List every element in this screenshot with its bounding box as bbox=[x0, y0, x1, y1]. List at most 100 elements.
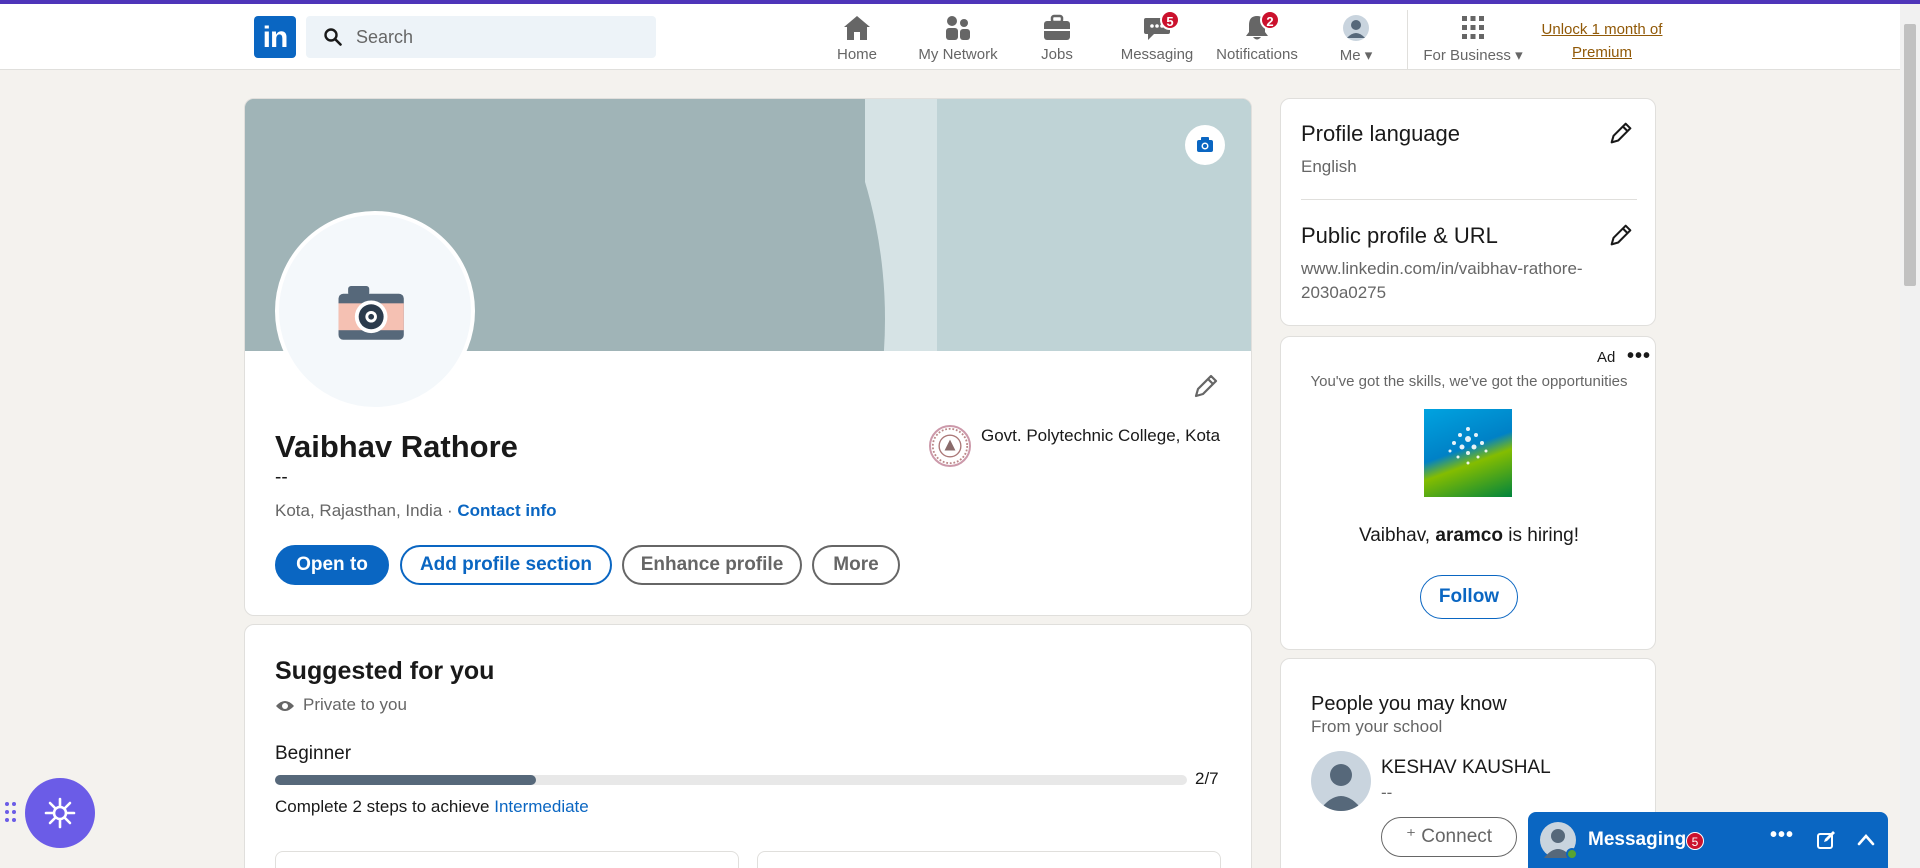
more-button[interactable]: More bbox=[812, 545, 900, 585]
nav-me[interactable]: Me ▾ bbox=[1330, 10, 1382, 70]
nav-label: Me ▾ bbox=[1339, 47, 1373, 64]
public-profile-url: www.linkedin.com/in/vaibhav-rathore-2030… bbox=[1301, 259, 1583, 302]
profile-progress-bar bbox=[275, 775, 1187, 785]
person-avatar[interactable] bbox=[1311, 751, 1371, 811]
profile-name: Vaibhav Rathore bbox=[275, 429, 518, 464]
nav-label: Messaging bbox=[1120, 46, 1194, 63]
nav-label: My Network bbox=[918, 46, 998, 63]
messaging-icon: 5 bbox=[1142, 10, 1180, 42]
company-logo[interactable] bbox=[1424, 409, 1512, 497]
search-bar[interactable] bbox=[306, 16, 656, 58]
messaging-badge: 5 bbox=[1160, 10, 1180, 30]
suggested-card: Suggested for you Private to you Beginne… bbox=[244, 624, 1252, 868]
messaging-count-badge: 5 bbox=[1686, 832, 1704, 850]
compose-icon[interactable] bbox=[1816, 830, 1836, 850]
add-profile-section-button[interactable]: Add profile section bbox=[400, 545, 612, 585]
profile-photo[interactable] bbox=[275, 211, 475, 411]
profile-card: Vaibhav Rathore -- Kota, Rajasthan, Indi… bbox=[244, 98, 1252, 616]
privacy-text: Private to you bbox=[303, 695, 407, 714]
school-name: Govt. Polytechnic College, Kota bbox=[981, 426, 1221, 445]
aramco-logo-icon bbox=[1448, 427, 1488, 465]
suggested-title: Suggested for you bbox=[275, 657, 495, 685]
global-nav: in Home My Network Jobs bbox=[0, 4, 1900, 70]
search-icon bbox=[324, 28, 342, 46]
progress-count: 2/7 bbox=[1195, 769, 1219, 788]
home-icon bbox=[844, 16, 870, 40]
linkedin-logo[interactable]: in bbox=[254, 16, 296, 58]
premium-line2: Premium bbox=[1571, 44, 1632, 61]
briefcase-icon bbox=[1044, 14, 1070, 40]
profile-headline: -- bbox=[275, 467, 288, 488]
person-avatar-icon bbox=[1319, 764, 1363, 811]
camera-icon bbox=[338, 286, 404, 340]
premium-link[interactable]: Unlock 1 month of Premium bbox=[1530, 18, 1674, 64]
nav-messaging[interactable]: 5 Messaging bbox=[1120, 10, 1194, 70]
ad-card: Ad ••• You've got the skills, we've got … bbox=[1280, 336, 1656, 650]
nav-home[interactable]: Home bbox=[828, 10, 886, 70]
connect-button[interactable]: ⁺ Connect bbox=[1381, 817, 1517, 857]
drag-handle-icon[interactable] bbox=[4, 800, 18, 824]
privacy-note: Private to you bbox=[275, 695, 407, 715]
ad-tagline: You've got the skills, we've got the opp… bbox=[1310, 373, 1628, 390]
open-to-button[interactable]: Open to bbox=[275, 545, 389, 585]
connect-label: Connect bbox=[1421, 826, 1493, 847]
online-status-dot bbox=[1566, 848, 1578, 860]
person-name[interactable]: KESHAV KAUSHAL bbox=[1381, 757, 1551, 779]
nav-jobs[interactable]: Jobs bbox=[1035, 10, 1079, 70]
scrollbar-thumb[interactable] bbox=[1904, 24, 1916, 286]
ad-label: Ad bbox=[1597, 349, 1616, 366]
search-input[interactable] bbox=[356, 16, 646, 58]
contact-info-link[interactable]: Contact info bbox=[457, 501, 556, 520]
nav-label: For Business ▾ bbox=[1423, 47, 1523, 64]
nav-for-business[interactable]: For Business ▾ bbox=[1420, 10, 1526, 70]
enhance-profile-button[interactable]: Enhance profile bbox=[622, 545, 802, 585]
chevron-up-icon[interactable] bbox=[1856, 830, 1876, 850]
complete-steps-text: Complete 2 steps to achieve Intermediate bbox=[275, 797, 589, 817]
company-name: aramco bbox=[1435, 525, 1503, 546]
hiring-suffix: is hiring! bbox=[1502, 525, 1580, 546]
chevron-down-icon: ▾ bbox=[1364, 47, 1373, 64]
messaging-overlay[interactable]: Messaging 5 ••• bbox=[1528, 812, 1888, 868]
camera-icon bbox=[1197, 137, 1213, 152]
profile-level: Beginner bbox=[275, 743, 352, 764]
person-headline: -- bbox=[1381, 783, 1393, 802]
messaging-menu-icon[interactable]: ••• bbox=[1770, 824, 1794, 847]
suggestion-card[interactable] bbox=[275, 851, 739, 868]
edit-url-pencil-icon[interactable] bbox=[1607, 221, 1635, 249]
messaging-label: Messaging bbox=[1588, 829, 1687, 850]
nav-divider bbox=[1407, 10, 1408, 70]
nav-label: Jobs bbox=[1041, 46, 1073, 63]
settings-divider bbox=[1301, 199, 1637, 200]
nav-my-network[interactable]: My Network bbox=[912, 10, 1004, 70]
public-profile-title: Public profile & URL bbox=[1301, 223, 1498, 248]
notifications-badge: 2 bbox=[1260, 10, 1280, 30]
follow-button[interactable]: Follow bbox=[1420, 575, 1518, 619]
complete-prefix: Complete 2 steps to achieve bbox=[275, 797, 495, 816]
edit-language-pencil-icon[interactable] bbox=[1607, 119, 1635, 147]
ad-hiring-text: Vaibhav, aramco is hiring! bbox=[1281, 525, 1655, 547]
hiring-prefix: Vaibhav, bbox=[1358, 525, 1436, 546]
bell-icon: 2 bbox=[1242, 10, 1280, 42]
edit-intro-pencil-icon[interactable] bbox=[1191, 371, 1221, 401]
assistant-fab-button[interactable] bbox=[25, 778, 95, 848]
nav-notifications[interactable]: 2 Notifications bbox=[1214, 10, 1300, 70]
nav-label: Home bbox=[836, 46, 877, 63]
chevron-down-icon: ▾ bbox=[1515, 47, 1523, 64]
school-logo-icon bbox=[929, 425, 971, 467]
education-summary[interactable]: Govt. Polytechnic College, Kota bbox=[929, 425, 1229, 481]
ad-menu-icon[interactable]: ••• bbox=[1627, 345, 1651, 368]
profile-language-title: Profile language bbox=[1301, 121, 1461, 146]
page-scrollbar[interactable] bbox=[1900, 4, 1920, 868]
suggestion-card[interactable] bbox=[757, 851, 1221, 868]
people-title: People you may know bbox=[1311, 693, 1507, 715]
progress-fill bbox=[275, 775, 536, 785]
intermediate-link[interactable]: Intermediate bbox=[494, 797, 589, 816]
profile-settings-card: Profile language English Public profile … bbox=[1280, 98, 1656, 326]
edit-banner-button[interactable] bbox=[1185, 125, 1225, 165]
profile-language-value: English bbox=[1301, 157, 1357, 176]
eye-icon bbox=[276, 700, 294, 711]
sparkle-icon bbox=[44, 797, 76, 829]
avatar-icon bbox=[1343, 15, 1369, 41]
people-subtitle: From your school bbox=[1311, 717, 1443, 736]
profile-location: Kota, Rajasthan, India · Contact info bbox=[275, 501, 557, 521]
